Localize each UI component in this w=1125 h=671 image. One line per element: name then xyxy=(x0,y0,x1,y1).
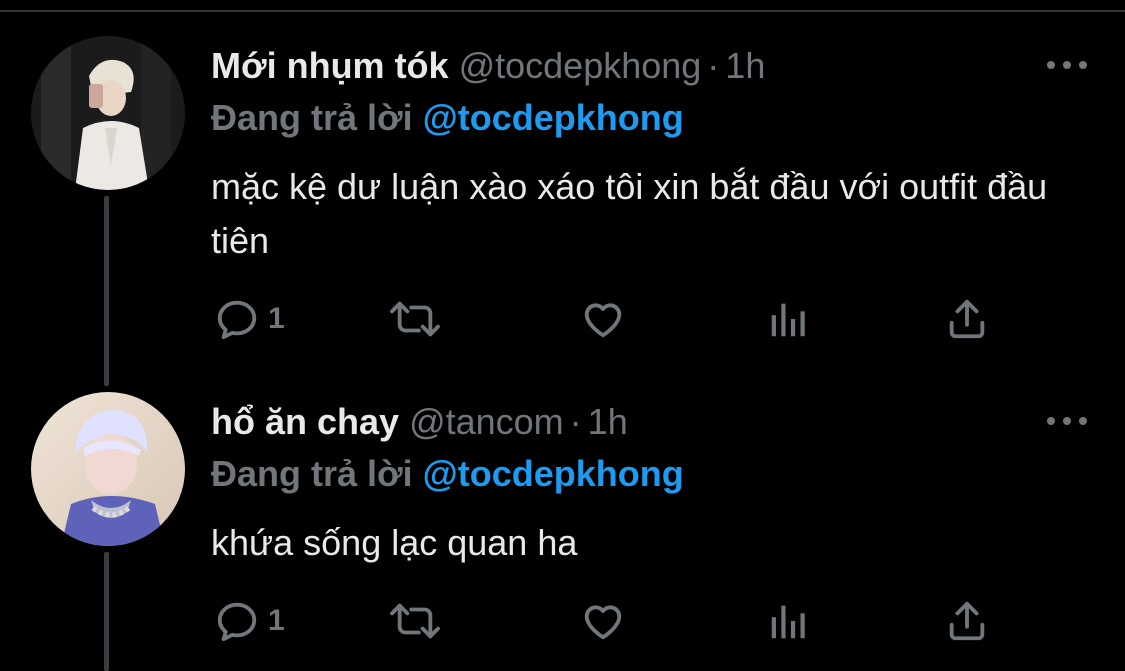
replying-to-label: Đang trả lời xyxy=(211,453,413,494)
share-icon xyxy=(949,601,985,641)
user-handle[interactable]: @tancom xyxy=(409,401,564,442)
retweet-button[interactable] xyxy=(386,596,444,646)
replying-to-handle[interactable]: @tocdepkhong xyxy=(423,453,684,494)
views-button[interactable] xyxy=(766,294,812,344)
top-divider xyxy=(0,0,1125,12)
display-name[interactable]: Mới nhụm tók xyxy=(211,45,449,86)
more-icon[interactable] xyxy=(1047,414,1087,428)
like-button[interactable] xyxy=(579,294,627,344)
timestamp[interactable]: 1h xyxy=(725,45,765,86)
retweet-button[interactable] xyxy=(386,294,444,344)
tweet-actions: 1 xyxy=(211,596,1011,646)
like-button[interactable] xyxy=(579,596,627,646)
retweet-icon xyxy=(390,603,440,639)
avatar[interactable] xyxy=(31,36,185,190)
like-icon xyxy=(584,303,622,338)
tweet-thread: Mới nhụm tók @tocdepkhong · 1h Đang trả lời… xyxy=(0,0,1125,671)
reply-count: 1 xyxy=(268,604,285,637)
replying-to-label: Đang trả lời xyxy=(211,97,413,138)
timestamp[interactable]: 1h xyxy=(588,401,628,442)
retweet-icon xyxy=(390,301,440,337)
like-icon xyxy=(584,605,622,640)
separator-dot: · xyxy=(707,45,720,86)
separator-dot: · xyxy=(569,401,582,442)
tweet-actions: 1 xyxy=(211,294,1011,344)
more-icon[interactable] xyxy=(1047,58,1087,72)
display-name[interactable]: hổ ăn chay xyxy=(211,401,399,442)
reply-button[interactable]: 1 xyxy=(214,596,285,646)
tweet-header: hổ ăn chay @tancom · 1h xyxy=(211,400,628,444)
thread-connector xyxy=(104,552,109,671)
avatar[interactable] xyxy=(31,392,185,546)
share-button[interactable] xyxy=(944,294,990,344)
reply-icon xyxy=(217,300,257,340)
replying-to-handle[interactable]: @tocdepkhong xyxy=(423,97,684,138)
replying-to: Đang trả lời @tocdepkhong xyxy=(211,452,684,496)
user-handle[interactable]: @tocdepkhong xyxy=(459,45,702,86)
views-icon xyxy=(771,303,805,337)
share-icon xyxy=(949,299,985,339)
tweet-text: khứa sống lạc quan ha xyxy=(211,522,578,563)
reply-count: 1 xyxy=(268,302,285,335)
views-button[interactable] xyxy=(766,596,812,646)
share-button[interactable] xyxy=(944,596,990,646)
reply-button[interactable]: 1 xyxy=(214,294,285,344)
views-icon xyxy=(771,605,805,639)
tweet-text: mặc kệ dư luận xào xáo tôi xin bắt đầu v… xyxy=(211,166,1048,261)
thread-connector xyxy=(104,196,109,386)
reply-icon xyxy=(217,602,257,642)
replying-to: Đang trả lời @tocdepkhong xyxy=(211,96,684,140)
tweet-header: Mới nhụm tók @tocdepkhong · 1h xyxy=(211,44,765,88)
